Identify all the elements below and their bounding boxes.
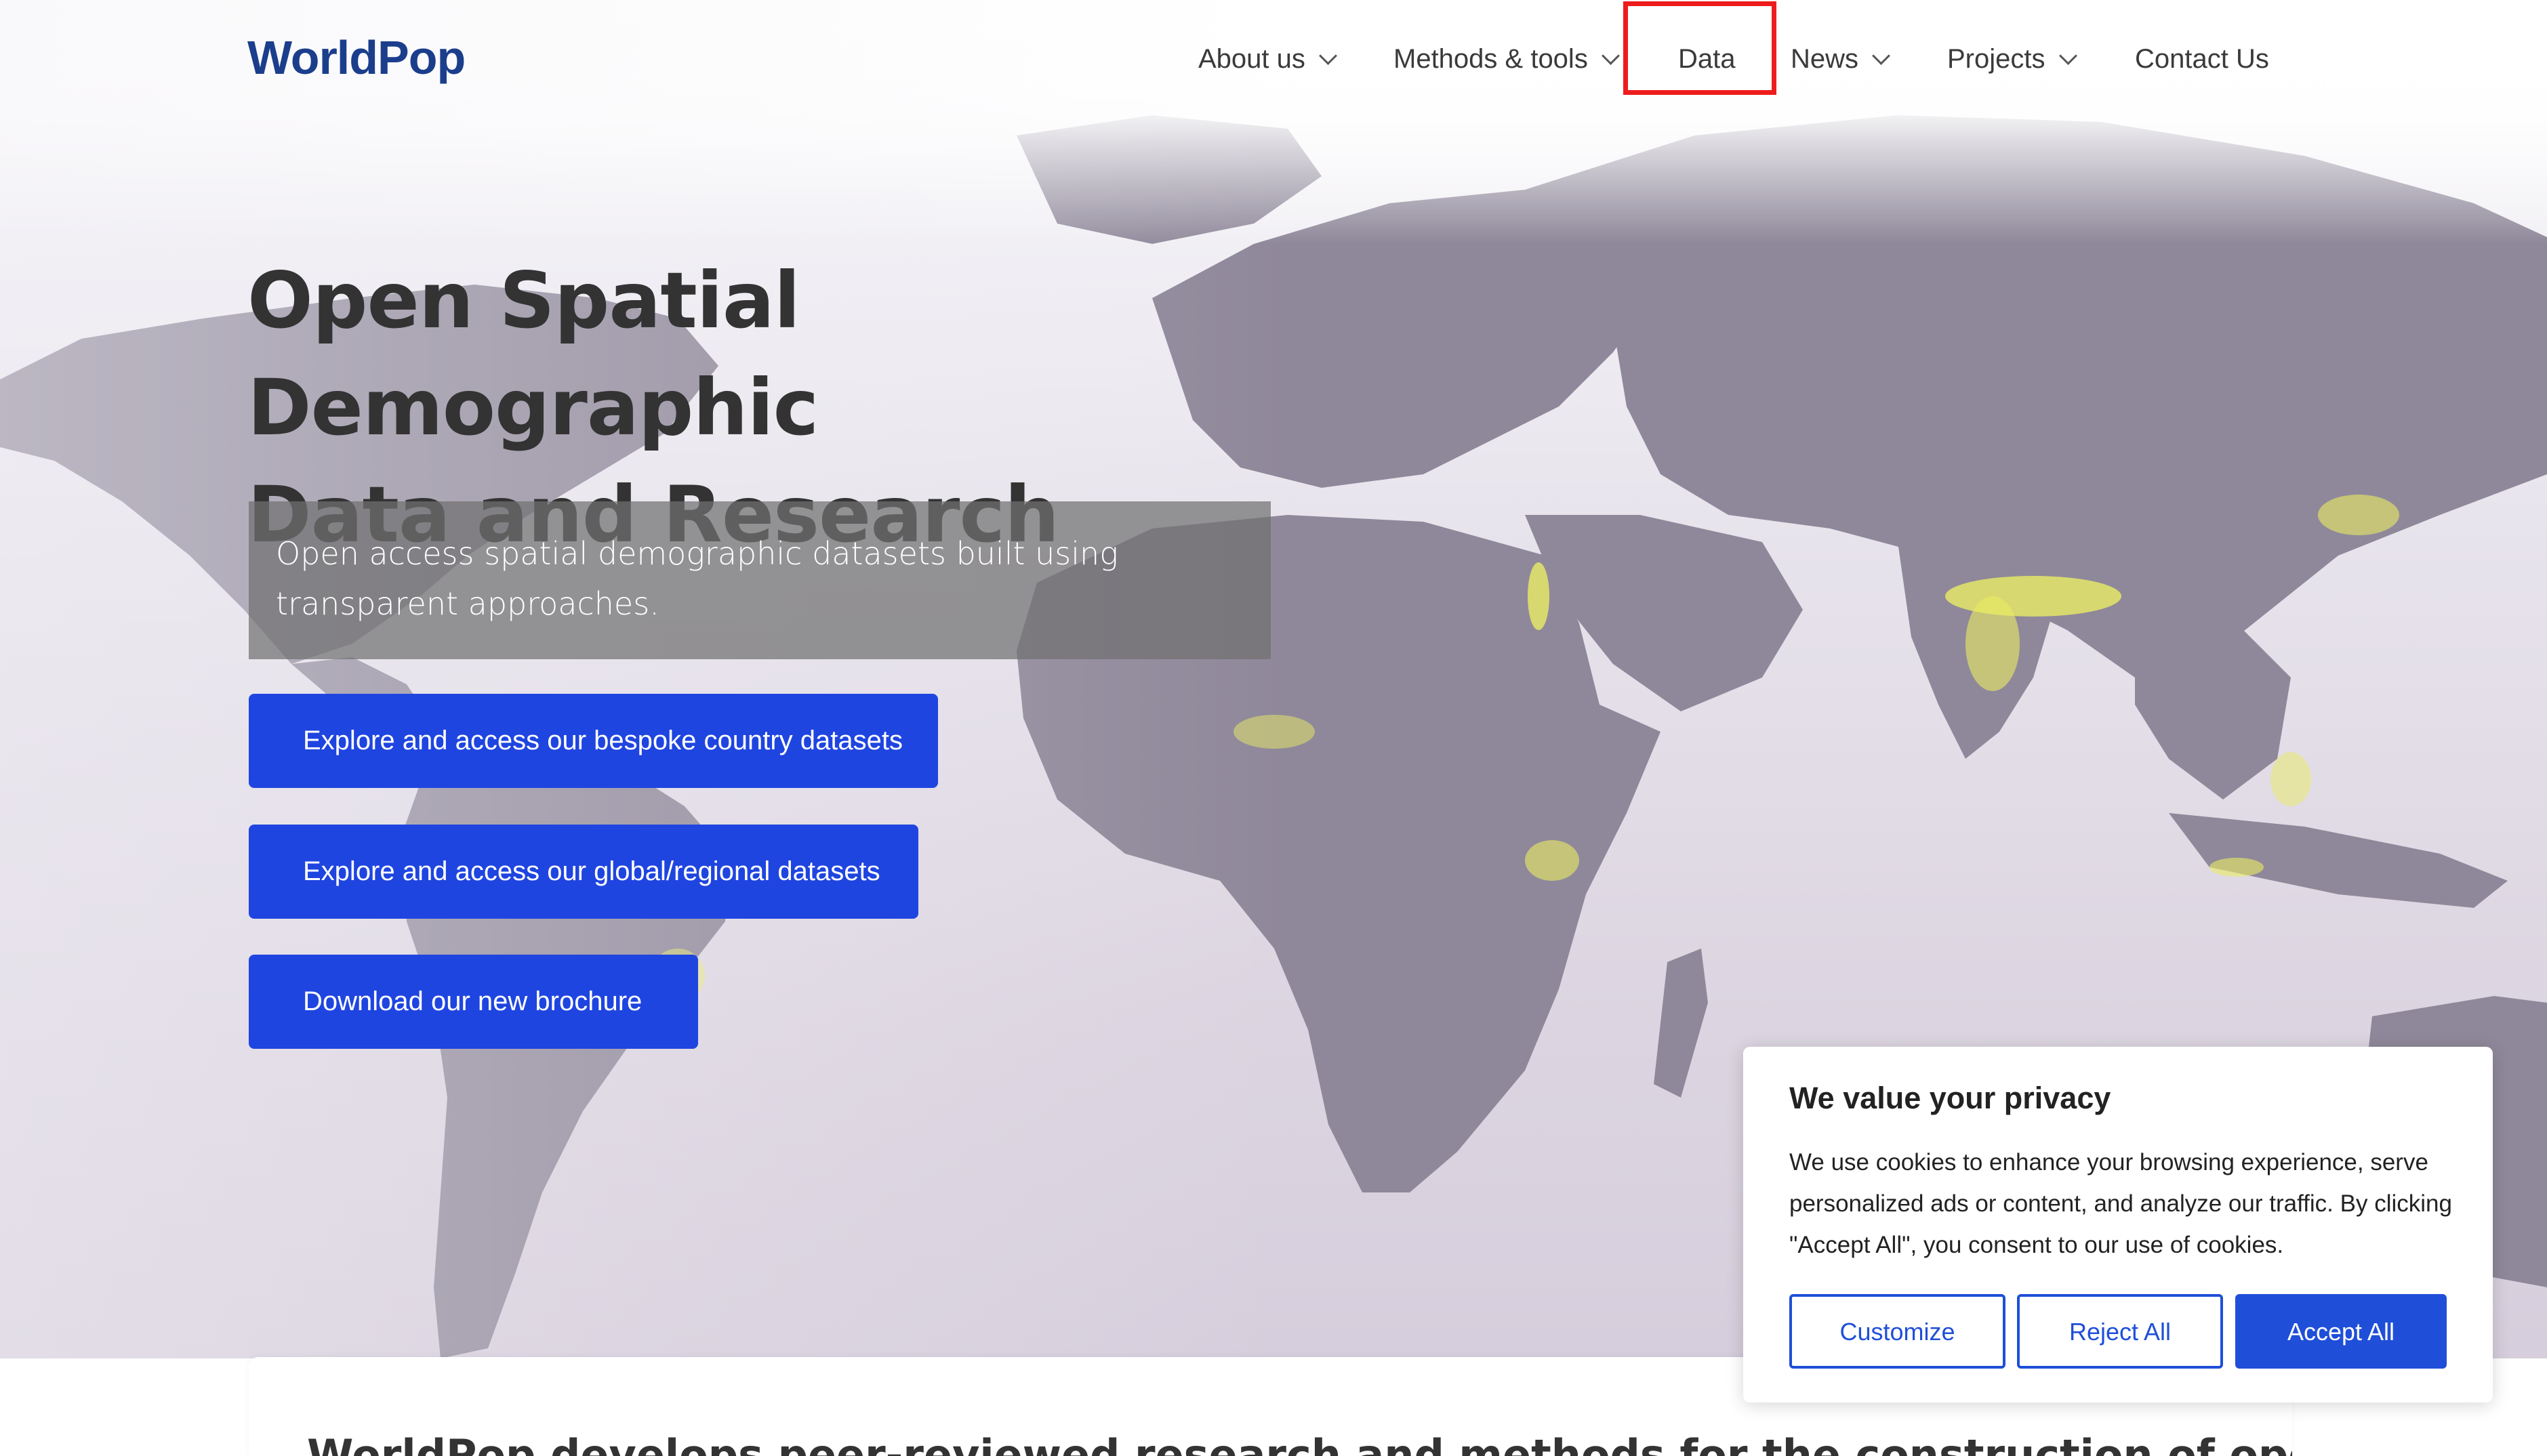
left-fade [0,0,1288,1358]
nav-item-methods-tools[interactable]: Methods & tools [1393,35,1620,83]
explore-country-datasets-button[interactable]: Explore and access our bespoke country d… [249,694,938,788]
button-label: Explore and access our global/regional d… [303,856,880,886]
button-label: Explore and access our bespoke country d… [303,726,903,755]
cookie-consent-banner: We value your privacy We use cookies to … [1743,1047,2493,1402]
explore-global-regional-datasets-button[interactable]: Explore and access our global/regional d… [249,825,918,919]
nav-label: Projects [1947,44,2045,74]
nav-item-news[interactable]: News [1791,35,1890,83]
cookie-title: We value your privacy [1789,1081,2111,1115]
data-nav-highlight-box [1623,1,1776,95]
main-navigation: About us Methods & tools Data News Proje… [0,35,2547,83]
chevron-down-icon [1318,47,1337,65]
nav-label: Methods & tools [1393,44,1588,74]
chevron-down-icon [2058,47,2077,65]
cookie-reject-all-button[interactable]: Reject All [2017,1294,2223,1369]
nav-label: Contact Us [2135,44,2269,74]
nav-item-contact-us[interactable]: Contact Us [2135,35,2269,83]
cookie-description: We use cookies to enhance your browsing … [1789,1149,2452,1258]
nav-item-projects[interactable]: Projects [1947,35,2077,83]
nav-label: News [1791,44,1859,74]
chevron-down-icon [1872,47,1890,65]
hero-subtitle: Open access spatial demographic datasets… [276,535,1118,622]
intro-heading: WorldPop develops peer-reviewed research… [307,1430,2292,1456]
nav-item-about-us[interactable]: About us [1198,35,1337,83]
nav-label: About us [1198,44,1305,74]
hero-title-line-1: Open Spatial Demographic [247,255,819,453]
chevron-down-icon [1601,47,1620,65]
cookie-customize-button[interactable]: Customize [1789,1294,2005,1369]
download-brochure-button[interactable]: Download our new brochure [249,955,698,1049]
hero-subtitle-box: Open access spatial demographic datasets… [249,501,1271,659]
button-label: Download our new brochure [303,986,643,1016]
cookie-accept-all-button[interactable]: Accept All [2235,1294,2447,1369]
